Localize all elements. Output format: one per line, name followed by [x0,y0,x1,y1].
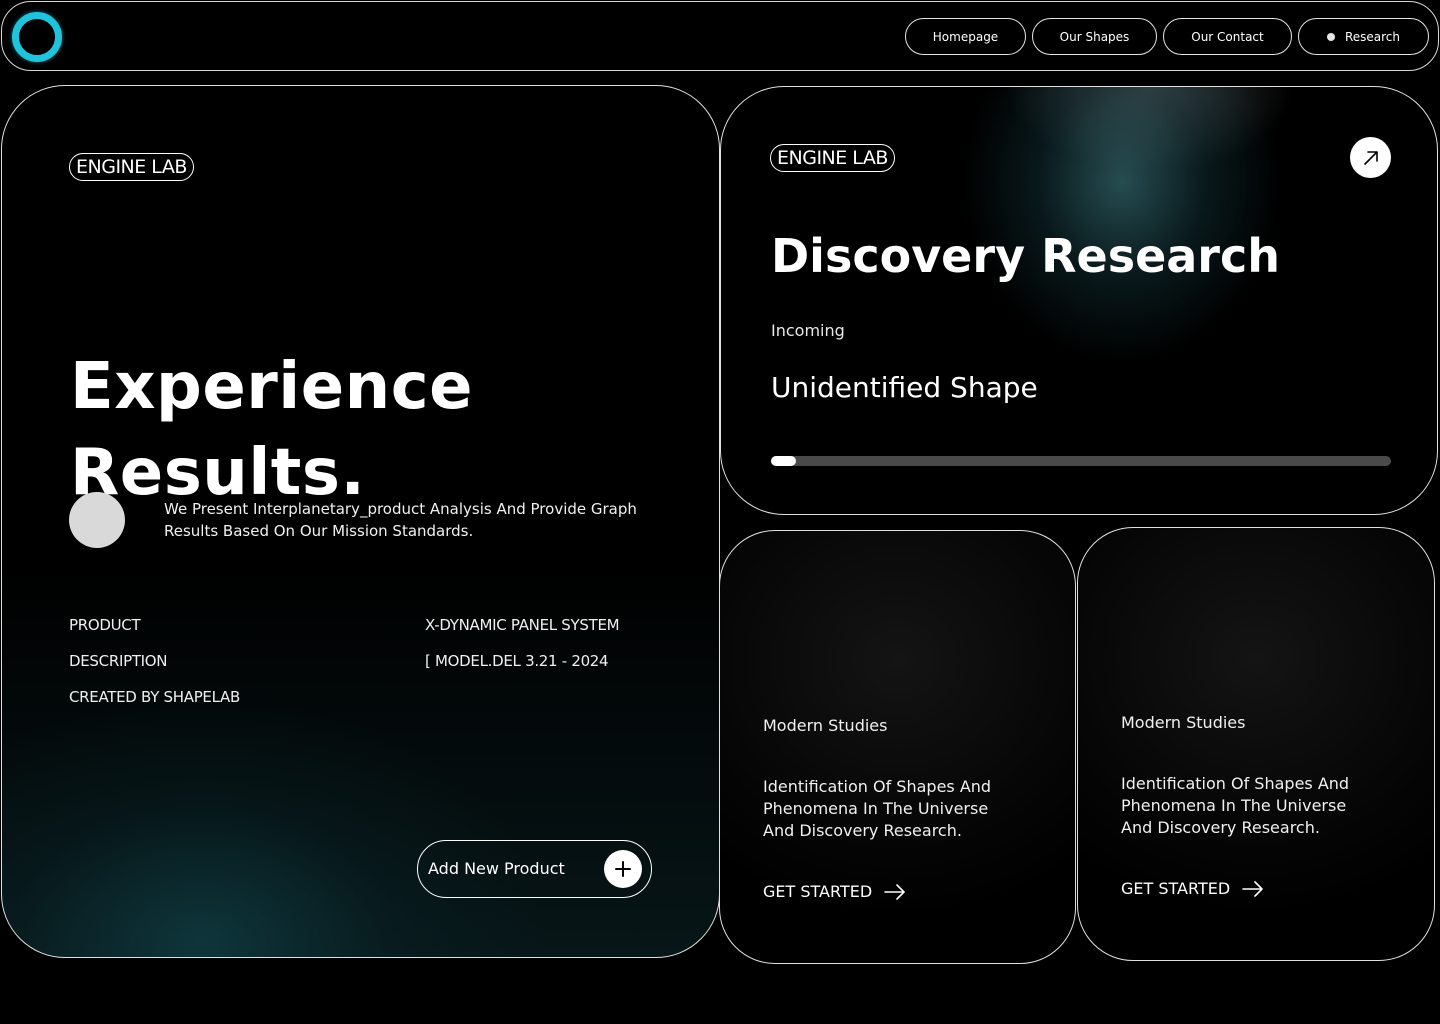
nav-label: Homepage [932,29,999,44]
intro-text: We Present Interplanetary_product Analys… [164,500,637,540]
avatar [69,492,125,548]
hero-title-line-1: Experience [70,350,474,424]
open-research-button[interactable] [1350,137,1391,178]
ring-logo-icon[interactable] [12,12,62,62]
research-progress-bar [771,456,1391,466]
engine-lab-tag: ENGINE LAB [69,153,194,181]
modern-studies-card-1: Modern Studies Identification Of Shapes … [719,530,1076,964]
research-status: Incoming [771,321,845,340]
nav-homepage[interactable]: Homepage [905,18,1026,55]
get-started-label: GET STARTED [763,882,873,901]
active-dot-icon [1326,32,1335,41]
meta-description: DESCRIPTION [69,652,168,670]
meta-product: PRODUCT [69,616,141,634]
nav-label: Research [1344,29,1401,44]
get-started-label: GET STARTED [1121,879,1231,898]
nav-label: Our Shapes [1059,29,1130,44]
research-shape-name: Unidentified Shape [771,371,1038,404]
card-description: Identification Of Shapes And Phenomena I… [763,777,992,840]
get-started-link[interactable]: GET STARTED [1121,879,1264,898]
top-navigation-bar: Homepage Our Shapes Our Contact Research [1,1,1439,71]
research-title: Discovery Research [771,229,1281,283]
nav-our-shapes[interactable]: Our Shapes [1032,18,1157,55]
engine-lab-tag: ENGINE LAB [770,144,895,172]
nav-research[interactable]: Research [1298,18,1429,55]
meta-product-value: X-DYNAMIC PANEL SYSTEM [425,616,620,634]
card-title: Modern Studies [1121,713,1246,732]
modern-studies-card-2: Modern Studies Identification Of Shapes … [1077,527,1435,961]
hero-title: Experience Results. [70,344,630,516]
plus-icon [604,850,642,888]
add-new-product-button[interactable]: Add New Product [417,840,652,898]
research-progress-fill [771,456,796,466]
meta-model-value: [ MODEL.DEL 3.21 - 2024 [425,652,609,670]
get-started-link[interactable]: GET STARTED [763,882,906,901]
nav-label: Our Contact [1191,29,1264,44]
discovery-research-panel: ENGINE LAB Discovery Research Incoming U… [720,86,1438,515]
add-new-product-label: Add New Product [428,859,565,878]
arrow-right-icon [884,883,905,900]
main-nav: Homepage Our Shapes Our Contact Research [905,18,1429,55]
meta-created-by: CREATED BY SHAPELAB [69,688,240,706]
arrow-up-right-icon [1363,150,1378,165]
card-description: Identification Of Shapes And Phenomena I… [1121,774,1350,837]
card-title: Modern Studies [763,716,888,735]
arrow-right-icon [1242,880,1263,897]
nav-our-contact[interactable]: Our Contact [1163,18,1292,55]
hero-panel: ENGINE LAB Experience Results. We Presen… [1,85,720,958]
